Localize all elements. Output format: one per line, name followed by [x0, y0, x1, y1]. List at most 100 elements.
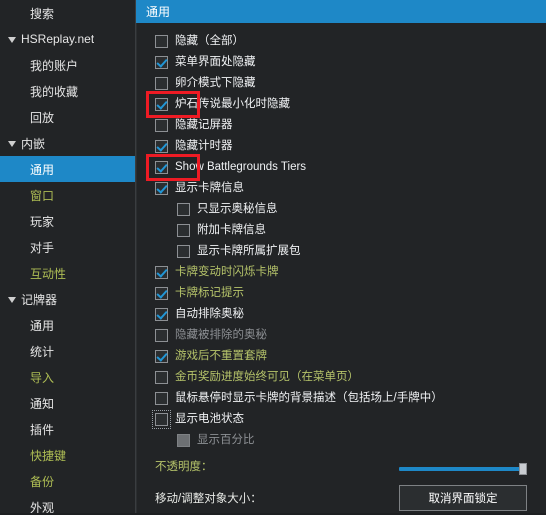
- option-row-17[interactable]: 鼠标悬停时显示卡牌的背景描述（包括场上/手牌中）: [137, 388, 546, 409]
- option-row-19[interactable]: 显示百分比: [137, 430, 546, 451]
- sidebar-item-1[interactable]: HSReplay.net: [0, 26, 135, 52]
- option-label: 只显示奥秘信息: [197, 203, 278, 215]
- checkbox-16[interactable]: [155, 371, 168, 384]
- option-row-15[interactable]: 游戏后不重置套牌: [137, 346, 546, 367]
- options-list: 隐藏（全部） 菜单界面处隐藏 卵介模式下隐藏炉石传说最小化时隐藏隐藏记屏器隐藏计时器…: [137, 31, 546, 451]
- option-label: 隐藏计时器: [175, 140, 233, 152]
- sidebar-item-18[interactable]: 备份: [0, 468, 135, 494]
- option-label: 卡牌标记提示: [175, 287, 244, 299]
- option-label: 菜单界面处隐藏: [175, 56, 256, 68]
- option-label: 隐藏记屏器: [175, 119, 233, 131]
- option-label: 卡牌变动时闪烁卡牌: [175, 266, 279, 278]
- option-label: 卵介模式下隐藏: [175, 77, 256, 89]
- sidebar-item-0[interactable]: 搜索: [0, 0, 135, 26]
- opacity-slider-thumb[interactable]: [519, 463, 527, 475]
- option-label: 显示卡牌所属扩展包: [197, 245, 301, 257]
- checkbox-3[interactable]: [155, 98, 168, 111]
- sidebar-item-label: 通用: [30, 318, 55, 333]
- checkbox-5[interactable]: [155, 140, 168, 153]
- checkbox-13[interactable]: [155, 308, 168, 321]
- option-label: 显示百分比: [197, 434, 255, 446]
- option-row-8[interactable]: 只显示奥秘信息: [137, 199, 546, 220]
- checkbox-17[interactable]: [155, 392, 168, 405]
- option-row-11[interactable]: 卡牌变动时闪烁卡牌: [137, 262, 546, 283]
- checkbox-7[interactable]: [155, 182, 168, 195]
- checkbox-6[interactable]: [155, 161, 168, 174]
- chevron-down-icon: [8, 37, 16, 43]
- sidebar-item-label: 外观: [30, 500, 55, 514]
- option-row-1[interactable]: 菜单界面处隐藏: [137, 52, 546, 73]
- option-row-12[interactable]: 卡牌标记提示: [137, 283, 546, 304]
- options-panel: 隐藏（全部） 菜单界面处隐藏 卵介模式下隐藏炉石传说最小化时隐藏隐藏记屏器隐藏计时器…: [136, 23, 546, 513]
- settings-window: 搜索 HSReplay.net 我的账户 我的收藏 回放 内嵌 通用 窗口 玩家 对手 互动性 记牌器…: [0, 0, 546, 513]
- option-row-5[interactable]: 隐藏计时器: [137, 136, 546, 157]
- sidebar-item-label: 对手: [30, 240, 55, 255]
- sidebar-item-label: 通知: [30, 396, 55, 411]
- sidebar-item-16[interactable]: 插件: [0, 416, 135, 442]
- sidebar-item-10[interactable]: 互动性: [0, 260, 135, 286]
- checkbox-8[interactable]: [177, 203, 190, 216]
- sidebar-item-8[interactable]: 玩家: [0, 208, 135, 234]
- sidebar-item-15[interactable]: 通知: [0, 390, 135, 416]
- sidebar-item-4[interactable]: 回放: [0, 104, 135, 130]
- sidebar-item-label: 内嵌: [21, 136, 46, 151]
- chevron-down-icon: [8, 141, 16, 147]
- option-row-7[interactable]: 显示卡牌信息: [137, 178, 546, 199]
- sidebar-item-7[interactable]: 窗口: [0, 182, 135, 208]
- option-label: 鼠标悬停时显示卡牌的背景描述（包括场上/手牌中）: [175, 392, 443, 404]
- sidebar-item-3[interactable]: 我的收藏: [0, 78, 135, 104]
- checkbox-11[interactable]: [155, 266, 168, 279]
- option-row-2[interactable]: 卵介模式下隐藏: [137, 73, 546, 94]
- option-label: Show Battlegrounds Tiers: [175, 161, 307, 173]
- sidebar-item-label: 搜索: [30, 6, 55, 21]
- sidebar-item-label: 记牌器: [21, 292, 58, 307]
- checkbox-4[interactable]: [155, 119, 168, 132]
- move-resize-row: 移动/调整对象大小： 取消界面锁定: [137, 481, 546, 515]
- option-row-3[interactable]: 炉石传说最小化时隐藏: [137, 94, 546, 115]
- panel-header: 通用: [136, 0, 546, 23]
- sidebar-item-19[interactable]: 外观: [0, 494, 135, 514]
- option-row-0[interactable]: 隐藏（全部）: [137, 31, 546, 52]
- sidebar-item-17[interactable]: 快捷键: [0, 442, 135, 468]
- sidebar-item-label: 统计: [30, 344, 55, 359]
- checkbox-15[interactable]: [155, 350, 168, 363]
- option-row-16[interactable]: 金币奖励进度始终可见（在菜单页）: [137, 367, 546, 388]
- opacity-row: 不透明度：: [137, 451, 546, 481]
- chevron-down-icon: [8, 297, 16, 303]
- sidebar-item-label: 我的账户: [30, 58, 79, 73]
- sidebar-item-13[interactable]: 统计: [0, 338, 135, 364]
- checkbox-1[interactable]: [155, 56, 168, 69]
- option-label: 隐藏（全部）: [175, 35, 244, 47]
- checkbox-2[interactable]: [155, 77, 168, 90]
- option-row-13[interactable]: 自动排除奥秘: [137, 304, 546, 325]
- sidebar-item-label: 我的收藏: [30, 84, 79, 99]
- option-row-18[interactable]: 显示电池状态: [137, 409, 546, 430]
- option-row-9[interactable]: 附加卡牌信息: [137, 220, 546, 241]
- sidebar-item-9[interactable]: 对手: [0, 234, 135, 260]
- sidebar-item-2[interactable]: 我的账户: [0, 52, 135, 78]
- sidebar-item-12[interactable]: 通用: [0, 312, 135, 338]
- option-label: 隐藏被排除的奥秘: [175, 329, 267, 341]
- checkbox-14[interactable]: [155, 329, 168, 342]
- sidebar-nav: 搜索 HSReplay.net 我的账户 我的收藏 回放 内嵌 通用 窗口 玩家 对手 互动性 记牌器…: [0, 0, 136, 513]
- checkbox-0[interactable]: [155, 35, 168, 48]
- option-row-14[interactable]: 隐藏被排除的奥秘: [137, 325, 546, 346]
- option-row-10[interactable]: 显示卡牌所属扩展包: [137, 241, 546, 262]
- checkbox-12[interactable]: [155, 287, 168, 300]
- sidebar-item-label: 窗口: [30, 188, 55, 203]
- checkbox-9[interactable]: [177, 224, 190, 237]
- checkbox-10[interactable]: [177, 245, 190, 258]
- sidebar-item-14[interactable]: 导入: [0, 364, 135, 390]
- opacity-slider-track[interactable]: [399, 467, 525, 471]
- unlock-ui-button[interactable]: 取消界面锁定: [399, 485, 527, 511]
- option-row-4[interactable]: 隐藏记屏器: [137, 115, 546, 136]
- sidebar-item-6[interactable]: 通用: [0, 156, 135, 182]
- opacity-label: 不透明度：: [155, 461, 213, 473]
- opacity-slider[interactable]: [399, 463, 532, 475]
- sidebar-item-5[interactable]: 内嵌: [0, 130, 135, 156]
- option-label: 金币奖励进度始终可见（在菜单页）: [175, 371, 359, 383]
- checkbox-18[interactable]: [152, 410, 171, 429]
- option-row-6[interactable]: Show Battlegrounds Tiers: [137, 157, 546, 178]
- sidebar-item-11[interactable]: 记牌器: [0, 286, 135, 312]
- option-label: 显示卡牌信息: [175, 182, 244, 194]
